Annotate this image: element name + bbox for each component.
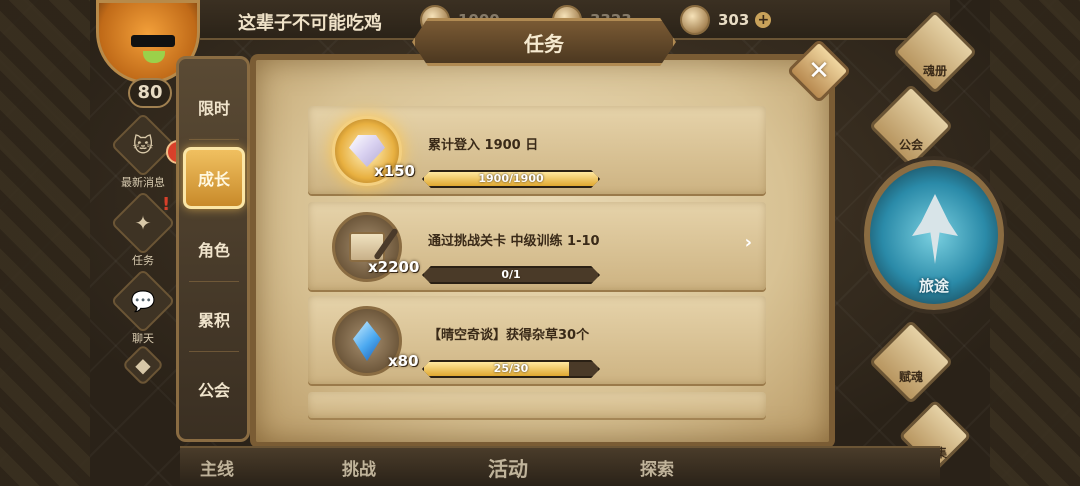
menu-extra[interactable]: ◆ (108, 343, 178, 387)
menu-guild-label: 公会 (898, 138, 923, 152)
task-row[interactable]: x150 累计登入 1900 日 1900/1900 (308, 106, 766, 194)
category-tab-column: 限时 成长 角色 累积 公会 (176, 56, 250, 442)
avatar-sunglasses (131, 35, 175, 47)
reward-quantity: x2200 (368, 258, 420, 276)
chat-bubble-icon: 💬 (130, 289, 156, 313)
progress-text: 1900/1900 (478, 172, 544, 185)
nav-activity[interactable]: 活动 (488, 453, 528, 482)
progress-bar: 0/1 (422, 266, 600, 284)
diamond-icon (680, 5, 710, 35)
nav-explore[interactable]: 探索 (640, 455, 674, 480)
soul-book-icon (892, 9, 978, 95)
journey-label: 旅途 (918, 277, 949, 295)
level-badge: 80 (128, 78, 172, 108)
tab-guild[interactable]: 公会 (183, 361, 245, 417)
progress-text: 25/30 (493, 362, 529, 375)
task-row-partial[interactable] (308, 392, 766, 418)
journey-emblem-icon (912, 194, 958, 264)
nav-challenge[interactable]: 挑战 (342, 455, 376, 480)
task-alert-icon: ! (162, 194, 171, 215)
task-title: 累计登入 1900 日 (428, 138, 539, 153)
menu-chat[interactable]: 💬 聊天 (108, 268, 178, 346)
menu-tasks-label: 任务 (132, 254, 154, 267)
menu-soul-book-label: 魂册 (922, 64, 947, 78)
tab-accumulate[interactable]: 累积 (183, 291, 245, 347)
soul-flame-icon (868, 319, 954, 405)
menu-news-label: 最新消息 (121, 176, 165, 189)
diamond-ornament-icon: ◆ (135, 353, 151, 377)
player-name: 这辈子不可能吃鸡 (238, 13, 382, 34)
menu-soul-book[interactable]: 魂册 (892, 9, 978, 95)
diamond-amount: 303 (718, 11, 750, 29)
progress-text: 0/1 (501, 268, 521, 281)
guild-banner-icon (868, 83, 954, 169)
goto-chevron-icon[interactable]: › (745, 232, 752, 253)
menu-soul-infuse[interactable]: 赋魂 (868, 319, 954, 405)
menu-soul-infuse-label: 赋魂 (898, 370, 923, 384)
bottom-nav-bar (180, 446, 940, 486)
blue-crystal-icon (353, 321, 381, 361)
nav-main-story[interactable]: 主线 (200, 455, 234, 480)
currency-diamond[interactable]: 303 + (680, 5, 772, 35)
tab-character[interactable]: 角色 (183, 221, 245, 277)
tab-limited[interactable]: 限时 (183, 79, 245, 135)
progress-bar: 1900/1900 (422, 170, 600, 188)
task-title: 通过挑战关卡 中级训练 1-10 (428, 234, 600, 249)
task-crest-icon: ✦ (134, 211, 152, 235)
avatar-beak (143, 51, 165, 63)
task-row[interactable]: x2200 通过挑战关卡 中级训练 1-10 0/1 › (308, 202, 766, 290)
panel-title: 任务 (412, 18, 676, 66)
tab-growth[interactable]: 成长 (183, 147, 245, 209)
tab-divider (189, 281, 239, 282)
journey-button[interactable]: 旅途 (864, 160, 1004, 310)
close-icon: ✕ (808, 56, 830, 86)
tab-divider (189, 139, 239, 140)
tab-divider (189, 351, 239, 352)
add-diamond-button[interactable]: + (755, 12, 772, 28)
task-row[interactable]: x80 【晴空奇谈】获得杂草30个 25/30 (308, 296, 766, 384)
left-pattern-pillar (0, 0, 90, 486)
reward-quantity: x80 (388, 352, 419, 370)
task-title: 【晴空奇谈】获得杂草30个 (428, 328, 590, 343)
progress-bar: 25/30 (422, 360, 600, 378)
menu-guild[interactable]: 公会 (868, 83, 954, 169)
menu-chat-label: 聊天 (132, 332, 154, 345)
cat-mascot-icon: 🐱 (132, 133, 154, 157)
reward-quantity: x150 (374, 162, 415, 180)
